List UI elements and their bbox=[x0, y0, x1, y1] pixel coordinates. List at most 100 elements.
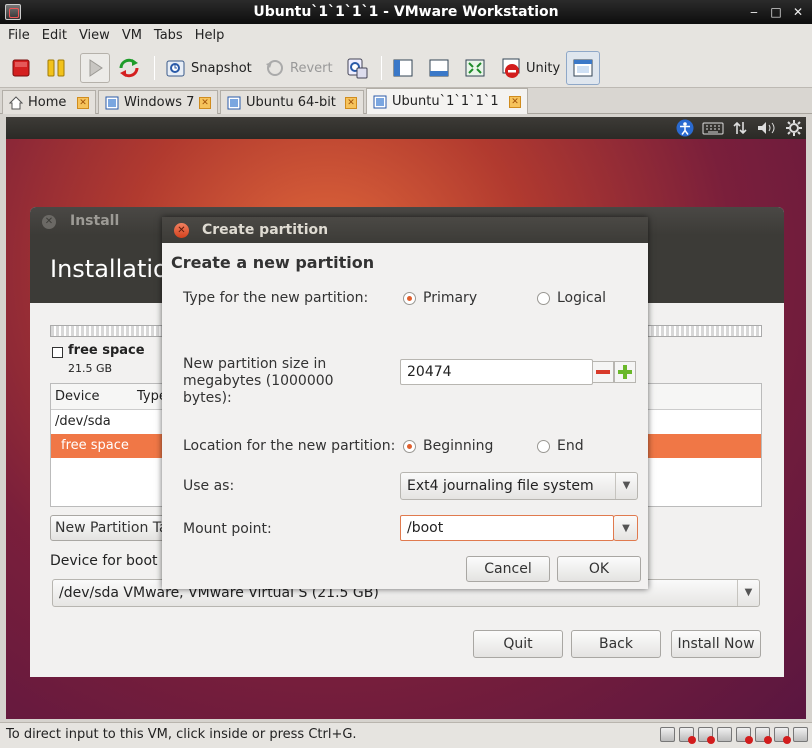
revert-icon bbox=[266, 60, 283, 76]
column-device[interactable]: Device bbox=[55, 384, 137, 410]
menu-vm[interactable]: VM bbox=[116, 24, 148, 48]
system-tray bbox=[676, 119, 802, 137]
show-sidebar-button[interactable] bbox=[392, 54, 414, 82]
close-tab-icon[interactable]: ✕ bbox=[509, 95, 521, 108]
menu-file[interactable]: File bbox=[2, 24, 36, 48]
close-icon[interactable]: ✕ bbox=[42, 215, 56, 229]
install-now-button[interactable]: Install Now bbox=[671, 630, 761, 658]
unity-label: Unity bbox=[526, 60, 561, 76]
close-window-button[interactable]: ✕ bbox=[788, 2, 808, 22]
menu-edit[interactable]: Edit bbox=[36, 24, 73, 48]
radio-logical[interactable] bbox=[537, 292, 550, 305]
free-space-swatch bbox=[52, 347, 63, 358]
snapshot-button[interactable]: Snapshot bbox=[165, 54, 252, 82]
tab-bar: Home ✕ Windows 7 ✕ Ubuntu 64-bit ✕ Ubunt… bbox=[0, 88, 812, 114]
increase-button[interactable] bbox=[614, 361, 636, 383]
decrease-button[interactable] bbox=[592, 361, 614, 383]
cancel-button[interactable]: Cancel bbox=[466, 556, 550, 582]
console-icon bbox=[429, 59, 449, 77]
revert-button[interactable]: Revert bbox=[264, 54, 333, 82]
tab-ubuntu-1111[interactable]: Ubuntu`1`1`1`1 ✕ bbox=[366, 88, 528, 114]
gear-icon[interactable] bbox=[786, 120, 802, 136]
create-partition-dialog: ✕ Create partition Create a new partitio… bbox=[162, 217, 648, 589]
accessibility-icon[interactable] bbox=[676, 119, 694, 137]
vm-icon bbox=[105, 96, 119, 109]
close-tab-icon[interactable]: ✕ bbox=[345, 96, 357, 109]
partition-location-label: Location for the new partition: bbox=[183, 438, 396, 454]
ok-button[interactable]: OK bbox=[557, 556, 641, 582]
partition-type-label: Type for the new partition: bbox=[183, 290, 369, 306]
pause-icon bbox=[47, 59, 65, 77]
device-icons bbox=[660, 727, 808, 744]
reset-button[interactable] bbox=[117, 54, 141, 82]
back-button[interactable]: Back bbox=[571, 630, 661, 658]
toolbar-separator bbox=[154, 56, 155, 80]
radio-beginning-label[interactable]: Beginning bbox=[423, 438, 493, 455]
ubuntu-top-panel bbox=[6, 117, 806, 139]
mount-point-dropdown[interactable]: ▼ bbox=[613, 515, 638, 541]
partition-size-input[interactable]: 20474 bbox=[400, 359, 593, 385]
tab-home[interactable]: Home ✕ bbox=[2, 90, 96, 114]
close-icon[interactable]: ✕ bbox=[174, 223, 189, 238]
toolbar-separator bbox=[381, 56, 382, 80]
sidebar-icon bbox=[393, 59, 413, 77]
tab-label: Ubuntu 64-bit bbox=[246, 95, 336, 110]
vmware-app-icon[interactable] bbox=[5, 4, 21, 20]
power-on-button[interactable] bbox=[80, 53, 110, 83]
chevron-down-icon: ▼ bbox=[615, 473, 637, 499]
partition-size-label: New partition size in megabytes (1000000… bbox=[183, 356, 334, 406]
cd-drive-icon[interactable] bbox=[679, 727, 696, 744]
close-tab-icon[interactable]: ✕ bbox=[77, 96, 89, 109]
stop-icon bbox=[12, 59, 30, 77]
floppy-icon[interactable] bbox=[698, 727, 715, 744]
radio-primary[interactable] bbox=[403, 292, 416, 305]
message-log-icon[interactable] bbox=[793, 727, 808, 742]
mount-point-input[interactable]: /boot bbox=[400, 515, 614, 541]
radio-primary-label[interactable]: Primary bbox=[423, 290, 477, 307]
radio-end-label[interactable]: End bbox=[557, 438, 584, 455]
vmware-window: Ubuntu`1`1`1`1 - VMware Workstation ‒ □ … bbox=[0, 0, 812, 748]
quit-button[interactable]: Quit bbox=[473, 630, 563, 658]
maximize-button[interactable]: □ bbox=[766, 2, 786, 22]
radio-end[interactable] bbox=[537, 440, 550, 453]
home-icon bbox=[9, 95, 23, 109]
usb-icon[interactable] bbox=[736, 727, 753, 744]
use-as-label: Use as: bbox=[183, 478, 235, 494]
printer-icon[interactable] bbox=[774, 727, 791, 744]
quick-switch-button[interactable] bbox=[566, 51, 600, 85]
tab-windows-7[interactable]: Windows 7 ✕ bbox=[98, 90, 218, 114]
volume-icon[interactable] bbox=[756, 120, 778, 136]
vm-icon bbox=[227, 96, 241, 109]
menu-view[interactable]: View bbox=[73, 24, 116, 48]
keyboard-icon[interactable] bbox=[702, 120, 724, 136]
chevron-down-icon: ▼ bbox=[622, 523, 630, 534]
minimize-button[interactable]: ‒ bbox=[744, 2, 764, 22]
hard-disk-icon[interactable] bbox=[660, 727, 675, 742]
console-view-button[interactable] bbox=[428, 54, 450, 82]
tab-ubuntu-64-bit[interactable]: Ubuntu 64-bit ✕ bbox=[220, 90, 364, 114]
quick-switch-icon bbox=[573, 59, 593, 77]
menu-tabs[interactable]: Tabs bbox=[148, 24, 189, 48]
play-icon bbox=[89, 59, 103, 77]
vm-display[interactable]: ✕ Install Installation type free space 2… bbox=[6, 117, 806, 719]
close-tab-icon[interactable]: ✕ bbox=[199, 96, 211, 109]
menu-help[interactable]: Help bbox=[189, 24, 231, 48]
status-text: To direct input to this VM, click inside… bbox=[6, 727, 357, 742]
radio-logical-label[interactable]: Logical bbox=[557, 290, 606, 307]
snapshot-manager-button[interactable] bbox=[345, 54, 369, 82]
tab-label: Ubuntu`1`1`1`1 bbox=[392, 94, 499, 109]
network-icon[interactable] bbox=[732, 120, 748, 136]
use-as-value: Ext4 journaling file system bbox=[407, 478, 594, 494]
use-as-select[interactable]: Ext4 journaling file system ▼ bbox=[400, 472, 638, 500]
revert-label: Revert bbox=[290, 60, 333, 76]
unity-button[interactable]: Unity bbox=[500, 54, 560, 82]
snapshot-manager-icon bbox=[347, 58, 368, 79]
suspend-button[interactable] bbox=[45, 54, 67, 82]
network-adapter-icon[interactable] bbox=[717, 727, 732, 742]
power-off-button[interactable] bbox=[10, 54, 32, 82]
full-screen-button[interactable] bbox=[464, 54, 486, 82]
toolbar: Snapshot Revert Unity bbox=[0, 48, 812, 88]
sound-card-icon[interactable] bbox=[755, 727, 772, 744]
vm-icon bbox=[373, 95, 387, 108]
radio-beginning[interactable] bbox=[403, 440, 416, 453]
